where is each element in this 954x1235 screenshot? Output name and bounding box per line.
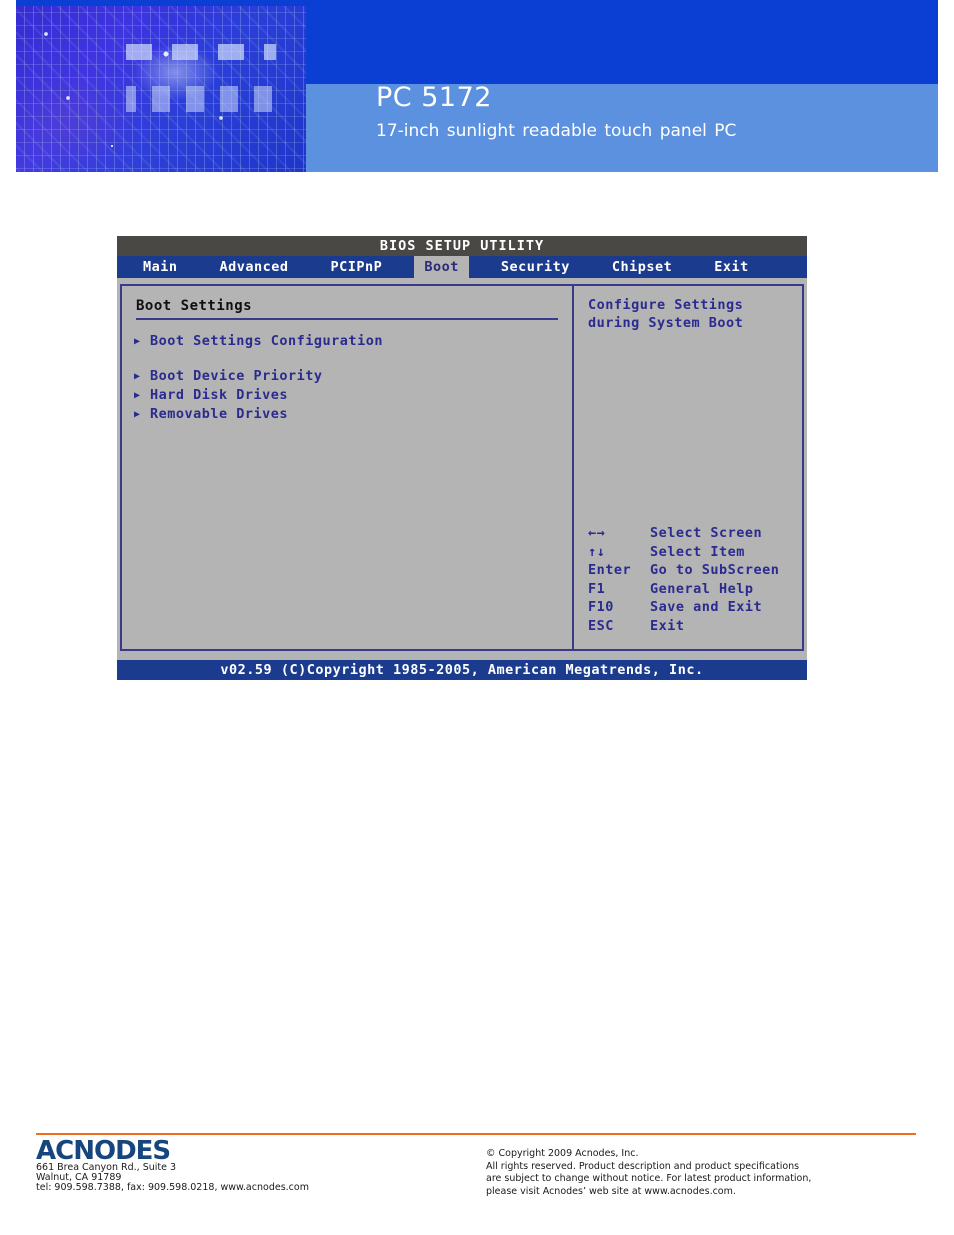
header-title-block: PC 5172 17-inch sunlight readable touch …	[376, 82, 736, 142]
menu-item-label: Removable Drives	[150, 406, 289, 422]
tab-boot[interactable]: Boot	[414, 256, 469, 278]
bios-titlebar: BIOS SETUP UTILITY	[117, 236, 807, 256]
bios-body: Boot Settings ▶ Boot Settings Configurat…	[120, 284, 804, 651]
key-label-enter: Enter	[588, 562, 632, 578]
help-text-line-1: Configure Settings	[588, 297, 744, 313]
key-legend-description: Save and Exit	[650, 599, 763, 615]
key-legend-description: Go to SubScreen	[650, 562, 780, 578]
triangle-right-icon: ▶	[134, 336, 141, 347]
key-legend-description: General Help	[650, 580, 754, 597]
boot-settings-panel: Boot Settings ▶ Boot Settings Configurat…	[120, 284, 572, 651]
bios-setup-window: BIOS SETUP UTILITY Main Advanced PCIPnP …	[117, 236, 807, 680]
key-legend-row-select-item: ↑↓ Select Item	[588, 543, 779, 562]
tab-exit[interactable]: Exit	[704, 256, 759, 278]
page-subtitle: 17-inch sunlight readable touch panel PC	[376, 121, 737, 141]
key-legend-description: Exit	[650, 617, 685, 634]
key-legend-row-select-screen: ←→ Select Screen	[588, 524, 779, 543]
menu-item-hard-disk-drives[interactable]: ▶ Hard Disk Drives	[134, 386, 572, 405]
triangle-right-icon: ▶	[134, 409, 141, 420]
footer-address-line-3: tel: 909.598.7388, fax: 909.598.0218, ww…	[36, 1182, 309, 1193]
bios-copyright-bar: v02.59 (C)Copyright 1985-2005, American …	[117, 660, 807, 680]
page-header-banner: PC 5172 17-inch sunlight readable touch …	[16, 0, 938, 172]
tab-pcipnp[interactable]: PCIPnP	[321, 256, 393, 278]
menu-item-label: Boot Settings Configuration	[150, 333, 383, 349]
copyright-line-4: please visit Acnodes’ web site at www.ac…	[486, 1185, 736, 1197]
key-label-f10: F10	[588, 599, 614, 615]
key-legend-row-enter: Enter Go to SubScreen	[588, 561, 779, 580]
menu-item-boot-device-priority[interactable]: ▶ Boot Device Priority	[134, 367, 572, 386]
help-text-line-2: during System Boot	[588, 315, 744, 331]
menu-spacer	[134, 351, 572, 367]
left-right-arrow-icon: ←→	[588, 525, 606, 541]
key-legend-description: Select Item	[650, 543, 745, 560]
circuit-board-photo	[16, 6, 306, 172]
triangle-right-icon: ▶	[134, 390, 141, 401]
circuit-chips-overlay	[126, 36, 276, 146]
menu-item-label: Hard Disk Drives	[150, 387, 289, 403]
panel-divider-rule	[136, 318, 558, 320]
key-label-f1: F1	[588, 580, 606, 597]
page-title: PC 5172	[376, 82, 492, 113]
footer-company-block: ACNODES 661 Brea Canyon Rd., Suite 3 Wal…	[36, 1138, 456, 1194]
tab-main[interactable]: Main	[133, 256, 188, 278]
bios-help-panel: Configure Settings during System Boot ←→…	[572, 284, 804, 651]
tab-advanced[interactable]: Advanced	[210, 256, 299, 278]
triangle-right-icon: ▶	[134, 371, 141, 382]
menu-item-removable-drives[interactable]: ▶ Removable Drives	[134, 405, 572, 424]
key-legend-row-esc: ESC Exit	[588, 617, 779, 636]
key-legend-description: Select Screen	[650, 525, 763, 541]
copyright-line-3: are subject to change without notice. Fo…	[486, 1173, 812, 1185]
acnodes-logo: ACNODES	[36, 1136, 171, 1166]
key-legend-row-f1: F1 General Help	[588, 580, 779, 599]
bios-tab-bar[interactable]: Main Advanced PCIPnP Boot Security Chips…	[117, 256, 807, 278]
key-legend-row-f10: F10 Save and Exit	[588, 598, 779, 617]
copyright-line-1: © Copyright 2009 Acnodes, Inc.	[486, 1148, 639, 1159]
key-legend: ←→ Select Screen ↑↓ Select Item Enter Go…	[588, 524, 779, 635]
footer-divider-rule	[36, 1133, 916, 1135]
tab-security[interactable]: Security	[491, 256, 580, 278]
footer-copyright-block: © Copyright 2009 Acnodes, Inc. All right…	[486, 1148, 886, 1198]
panel-heading: Boot Settings	[136, 298, 253, 314]
tab-chipset[interactable]: Chipset	[602, 256, 682, 278]
key-label-esc: ESC	[588, 617, 614, 634]
menu-item-label: Boot Device Priority	[150, 368, 323, 384]
up-down-arrow-icon: ↑↓	[588, 543, 606, 560]
copyright-line-2: All rights reserved. Product description…	[486, 1160, 800, 1172]
menu-item-boot-settings-configuration[interactable]: ▶ Boot Settings Configuration	[134, 332, 572, 351]
